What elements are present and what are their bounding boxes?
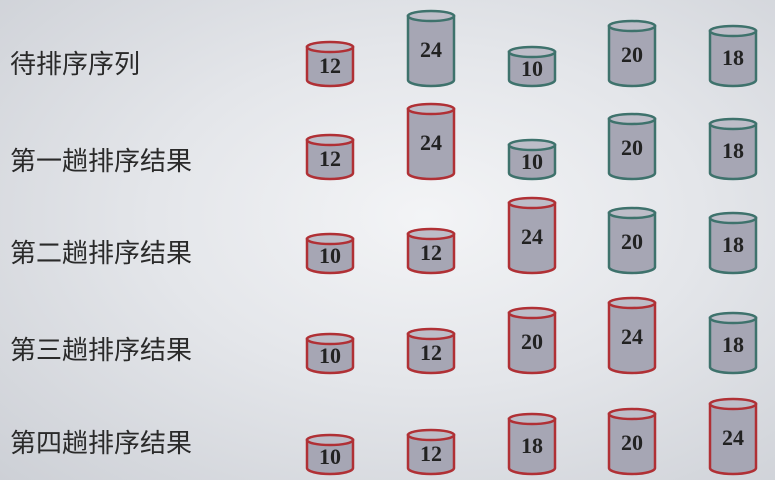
cylinder-sorted: 18 — [507, 412, 557, 476]
cylinder-top — [406, 227, 456, 241]
cylinder-value: 20 — [521, 329, 543, 354]
cylinder-sorted: 12 — [305, 40, 355, 88]
cylinder-value: 20 — [621, 42, 643, 67]
row-label-initial: 待排序序列 — [10, 50, 141, 80]
cylinder-sorted: 12 — [406, 428, 456, 476]
cylinder-top — [607, 19, 657, 33]
cylinder-top — [406, 9, 456, 23]
cylinder-sorted: 10 — [305, 332, 355, 375]
cylinder-top — [507, 412, 557, 426]
cylinder-sorted: 20 — [607, 407, 657, 476]
cylinder-sorted: 24 — [607, 296, 657, 375]
cylinder-top — [305, 40, 355, 54]
cylinder-top — [708, 211, 758, 225]
cylinder-top — [607, 407, 657, 421]
cylinder-value: 24 — [420, 37, 442, 62]
cylinder-unsorted: 18 — [708, 211, 758, 275]
cylinder-value: 20 — [621, 430, 643, 455]
cylinder-unsorted: 20 — [607, 206, 657, 275]
cylinder-value: 10 — [319, 243, 341, 268]
cylinder-top — [607, 296, 657, 310]
row-label-pass-2: 第二趟排序结果 — [10, 239, 193, 269]
cylinder-value: 18 — [521, 432, 543, 458]
cylinder-value: 24 — [621, 324, 643, 349]
cylinder-sorted: 12 — [406, 327, 456, 375]
cylinder-top — [607, 112, 657, 126]
cylinder-value: 10 — [521, 149, 543, 174]
cylinder-value: 10 — [521, 56, 543, 81]
cylinder-top — [507, 196, 557, 210]
cylinder-top — [708, 24, 758, 38]
cylinder-value: 18 — [722, 231, 744, 257]
cylinder-top — [305, 133, 355, 147]
cylinder-unsorted: 20 — [607, 112, 657, 181]
cylinder-unsorted: 10 — [507, 138, 557, 181]
cylinder-value: 18 — [722, 137, 744, 163]
cylinder-top — [406, 428, 456, 442]
cylinder-top — [708, 117, 758, 131]
cylinder-value: 12 — [319, 52, 341, 78]
cylinder-sorted: 24 — [708, 397, 758, 476]
cylinder-top — [708, 397, 758, 411]
cylinder-top — [507, 306, 557, 320]
cylinder-unsorted: 18 — [708, 24, 758, 88]
cylinder-value: 24 — [420, 130, 442, 155]
insertion-sort-diagram: 待排序序列 第一趟排序结果 第二趟排序结果 第三趟排序结果 第四趟排序结果 12… — [0, 0, 775, 480]
cylinder-value: 12 — [420, 339, 442, 365]
cylinder-sorted: 10 — [305, 433, 355, 476]
cylinder-value: 20 — [621, 229, 643, 254]
cylinder-value: 12 — [420, 239, 442, 265]
cylinder-sorted: 20 — [507, 306, 557, 375]
cylinder-value: 12 — [319, 145, 341, 171]
cylinder-value: 24 — [521, 224, 543, 249]
cylinder-top — [406, 102, 456, 116]
cylinder-unsorted: 18 — [708, 117, 758, 181]
row-label-pass-1: 第一趟排序结果 — [10, 147, 193, 177]
cylinder-sorted: 12 — [406, 227, 456, 275]
cylinder-sorted: 24 — [507, 196, 557, 275]
cylinder-sorted: 10 — [305, 232, 355, 275]
cylinder-value: 18 — [722, 331, 744, 357]
cylinder-sorted: 24 — [406, 102, 456, 181]
cylinder-value: 10 — [319, 444, 341, 469]
cylinder-value: 24 — [722, 425, 744, 450]
cylinder-value: 12 — [420, 440, 442, 466]
row-label-pass-4: 第四趟排序结果 — [10, 429, 193, 459]
cylinder-unsorted: 10 — [507, 45, 557, 88]
cylinder-unsorted: 18 — [708, 311, 758, 375]
cylinder-unsorted: 24 — [406, 9, 456, 88]
cylinder-top — [406, 327, 456, 341]
cylinder-sorted: 12 — [305, 133, 355, 181]
row-label-pass-3: 第三趟排序结果 — [10, 336, 193, 366]
cylinder-top — [708, 311, 758, 325]
cylinder-value: 10 — [319, 343, 341, 368]
cylinder-top — [607, 206, 657, 220]
cylinder-value: 20 — [621, 135, 643, 160]
cylinder-unsorted: 20 — [607, 19, 657, 88]
cylinder-value: 18 — [722, 44, 744, 70]
